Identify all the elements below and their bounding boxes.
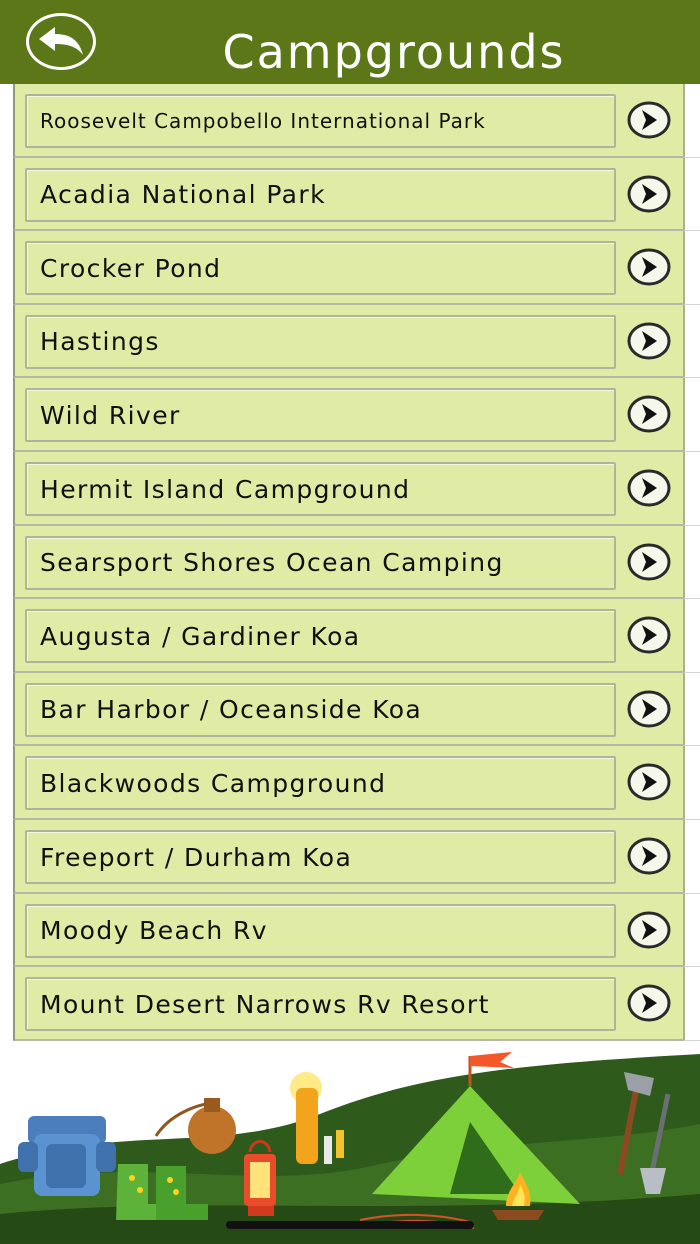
list-item-box[interactable]: Blackwoods Campground [25,756,616,811]
list-item[interactable]: Blackwoods Campground [13,746,685,820]
list-item-label: Wild River [40,400,181,430]
row-divider [684,598,700,600]
list-item-box[interactable]: Hermit Island Campground [25,462,616,516]
list-item[interactable]: Augusta / Gardiner Koa [13,599,685,673]
list-item-label: Hermit Island Campground [40,474,411,504]
list-item-box[interactable]: Acadia National Park [25,167,616,222]
chevron-right-circle-icon[interactable] [626,468,672,508]
row-divider [684,745,700,747]
page-title: Campgrounds [222,25,566,79]
row-divider [684,1039,700,1041]
row-divider [684,451,700,452]
list-item-box[interactable]: Hastings [25,314,616,369]
row-divider [684,819,700,820]
chevron-right-circle-icon[interactable] [626,836,672,876]
list-item[interactable]: Mount Desert Narrows Rv Resort [13,967,685,1041]
list-item-label: Blackwoods Campground [40,768,387,798]
list-item[interactable]: Roosevelt Campobello International Park [13,84,685,158]
list-item-label: Mount Desert Narrows Rv Resort [40,989,490,1019]
camping-scene-illustration [0,1044,700,1244]
list-item-label: Acadia National Park [40,180,326,210]
chevron-right-circle-icon[interactable] [626,100,672,140]
list-margin [684,84,700,1044]
home-indicator[interactable] [226,1221,474,1229]
chevron-right-circle-icon[interactable] [626,394,672,434]
chevron-right-circle-icon[interactable] [626,321,672,361]
list-item[interactable]: Crocker Pond [13,231,685,305]
row-divider [684,524,700,526]
list-item[interactable]: Freeport / Durham Koa [13,820,685,894]
chevron-right-circle-icon[interactable] [626,247,672,287]
list-item-box[interactable]: Crocker Pond [25,241,616,296]
list-item-label: Freeport / Durham Koa [40,842,353,872]
list-item[interactable]: Bar Harbor / Oceanside Koa [13,672,685,747]
list-item-box[interactable]: Mount Desert Narrows Rv Resort [25,977,616,1032]
list-item[interactable]: Moody Beach Rv [13,893,685,968]
list-item-box[interactable]: Augusta / Gardiner Koa [25,609,616,664]
row-divider [684,671,700,673]
list-item[interactable]: Wild River [13,378,685,452]
list-item[interactable]: Acadia National Park [13,157,685,232]
row-divider [684,303,700,305]
chevron-right-circle-icon[interactable] [626,910,672,950]
list-item-label: Augusta / Gardiner Koa [40,621,361,651]
list-item[interactable]: Hastings [13,304,685,379]
list-item-box[interactable]: Freeport / Durham Koa [25,830,616,884]
list-item-box[interactable]: Bar Harbor / Oceanside Koa [25,682,616,737]
list-item-label: Roosevelt Campobello International Park [40,109,486,133]
chevron-right-circle-icon[interactable] [626,174,672,214]
list-item-label: Hastings [40,327,160,357]
list-item-label: Searsport Shores Ocean Camping [40,548,504,578]
chevron-right-circle-icon[interactable] [626,762,672,802]
row-divider [684,230,700,232]
chevron-right-circle-icon[interactable] [626,689,672,729]
list-item[interactable]: Hermit Island Campground [13,452,685,526]
list-item-label: Moody Beach Rv [40,916,268,946]
chevron-right-circle-icon[interactable] [626,983,672,1023]
list-item-box[interactable]: Searsport Shores Ocean Camping [25,535,616,590]
list-item-label: Bar Harbor / Oceanside Koa [40,695,423,725]
row-divider [684,156,700,158]
list-item-box[interactable]: Wild River [25,388,616,443]
list-item[interactable]: Searsport Shores Ocean Camping [13,525,685,600]
chevron-right-circle-icon[interactable] [626,615,672,655]
list-item-box[interactable]: Moody Beach Rv [25,903,616,958]
row-divider [684,966,700,968]
campground-list[interactable]: Roosevelt Campobello International Park A… [13,84,700,1044]
app-header: Campgrounds [0,0,700,84]
row-divider [684,892,700,894]
list-item-box[interactable]: Roosevelt Campobello International Park [25,94,616,148]
row-divider [684,377,700,379]
list-item-label: Crocker Pond [40,253,222,283]
chevron-right-circle-icon[interactable] [626,542,672,582]
